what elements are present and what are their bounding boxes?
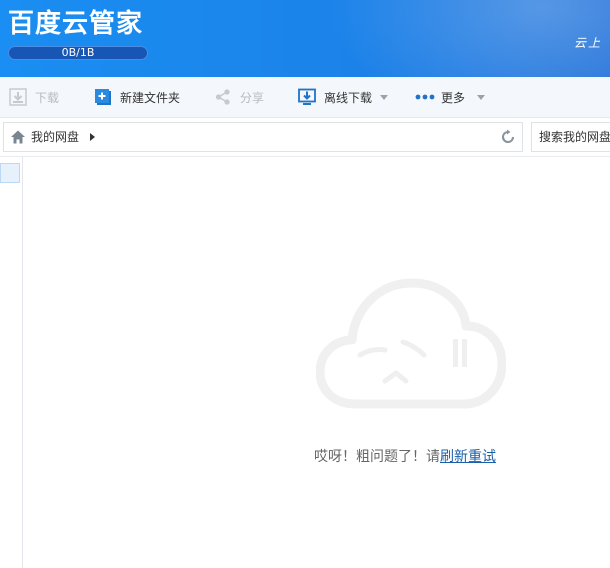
more-dots-icon xyxy=(415,94,435,100)
offline-download-label: 离线下载 xyxy=(324,90,373,105)
search-input[interactable]: 搜索我的网盘 xyxy=(531,122,610,152)
header-glow xyxy=(290,0,610,77)
download-label: 下载 xyxy=(35,90,60,105)
header-slogan: 云上 xyxy=(573,36,602,50)
share-icon xyxy=(215,89,230,105)
chevron-down-icon xyxy=(477,94,486,100)
more-label: 更多 xyxy=(441,90,466,105)
app-header: 百度云管家 0B/1B 云上 xyxy=(0,0,610,77)
breadcrumb-arrow-icon[interactable] xyxy=(90,133,95,141)
storage-quota-text: 0B/1B xyxy=(61,46,95,59)
error-message: 哎呀！粗问题了！请刷新重试 xyxy=(314,446,496,466)
new-folder-icon xyxy=(95,89,111,105)
home-icon[interactable] xyxy=(10,129,26,145)
share-label: 分享 xyxy=(240,90,265,105)
refresh-retry-link[interactable]: 刷新重试 xyxy=(440,449,496,465)
offline-download-button[interactable]: 离线下载 xyxy=(298,77,389,117)
offline-download-icon xyxy=(298,88,316,105)
chevron-down-icon xyxy=(380,94,389,100)
download-icon xyxy=(9,88,27,106)
address-bar[interactable]: 我的网盘 xyxy=(3,122,523,152)
share-button[interactable]: 分享 xyxy=(214,77,264,117)
sidebar xyxy=(0,157,23,568)
header-divider xyxy=(0,156,610,157)
error-text: 哎呀！粗问题了！请 xyxy=(314,449,440,465)
sidebar-selected-item[interactable] xyxy=(0,163,20,183)
more-button[interactable]: 更多 xyxy=(415,77,486,117)
download-button[interactable]: 下载 xyxy=(9,77,59,117)
app-title: 百度云管家 xyxy=(8,9,144,39)
sad-cloud-icon xyxy=(316,278,506,409)
toolbar: 下载 新建文件夹 分享 离线下载 更多 xyxy=(0,77,610,118)
new-folder-label: 新建文件夹 xyxy=(120,90,181,105)
storage-quota-bar: 0B/1B xyxy=(8,46,148,60)
refresh-icon[interactable] xyxy=(500,129,516,145)
new-folder-button[interactable]: 新建文件夹 xyxy=(94,77,180,117)
breadcrumb-my-disk[interactable]: 我的网盘 xyxy=(31,123,79,151)
